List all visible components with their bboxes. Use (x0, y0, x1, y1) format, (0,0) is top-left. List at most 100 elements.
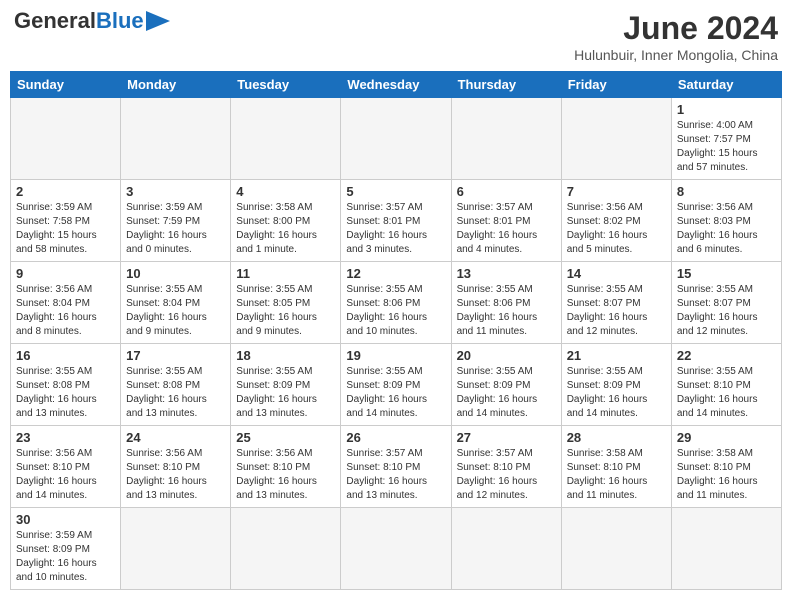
logo-icon (146, 11, 170, 31)
calendar-cell (561, 508, 671, 590)
calendar-cell (671, 508, 781, 590)
day-info: Sunrise: 3:56 AM Sunset: 8:10 PM Dayligh… (126, 447, 225, 503)
day-info: Sunrise: 3:57 AM Sunset: 8:01 PM Dayligh… (346, 201, 445, 257)
weekday-header-sunday: Sunday (11, 72, 121, 98)
day-info: Sunrise: 3:56 AM Sunset: 8:02 PM Dayligh… (567, 201, 666, 257)
calendar-cell: 18 Sunrise: 3:55 AM Sunset: 8:09 PM Dayli… (231, 344, 341, 426)
calendar-cell: 11 Sunrise: 3:55 AM Sunset: 8:05 PM Dayli… (231, 262, 341, 344)
weekday-header-wednesday: Wednesday (341, 72, 451, 98)
calendar-cell: 24Sunrise: 3:56 AM Sunset: 8:10 PM Dayli… (121, 426, 231, 508)
calendar-cell: 12 Sunrise: 3:55 AM Sunset: 8:06 PM Dayli… (341, 262, 451, 344)
day-info: Sunrise: 3:55 AM Sunset: 8:09 PM Dayligh… (346, 365, 445, 421)
day-number: 8 (677, 184, 776, 199)
header: GeneralBlue June 2024 Hulunbuir, Inner M… (10, 10, 782, 63)
day-number: 21 (567, 348, 666, 363)
day-info: Sunrise: 3:58 AM Sunset: 8:00 PM Dayligh… (236, 201, 335, 257)
day-number: 23 (16, 430, 115, 445)
calendar-cell: 15 Sunrise: 3:55 AM Sunset: 8:07 PM Dayli… (671, 262, 781, 344)
calendar-cell (561, 98, 671, 180)
day-info: Sunrise: 3:55 AM Sunset: 8:06 PM Dayligh… (457, 283, 556, 339)
day-info: Sunrise: 3:55 AM Sunset: 8:09 PM Dayligh… (457, 365, 556, 421)
calendar-cell: 1Sunrise: 4:00 AM Sunset: 7:57 PM Daylig… (671, 98, 781, 180)
calendar-cell: 19Sunrise: 3:55 AM Sunset: 8:09 PM Dayli… (341, 344, 451, 426)
day-number: 20 (457, 348, 556, 363)
weekday-header-monday: Monday (121, 72, 231, 98)
week-row-2: 2 Sunrise: 3:59 AM Sunset: 7:58 PM Daylig… (11, 180, 782, 262)
calendar-cell: 27 Sunrise: 3:57 AM Sunset: 8:10 PM Dayli… (451, 426, 561, 508)
day-number: 15 (677, 266, 776, 281)
day-info: Sunrise: 3:57 AM Sunset: 8:10 PM Dayligh… (457, 447, 556, 503)
day-number: 28 (567, 430, 666, 445)
day-info: Sunrise: 3:57 AM Sunset: 8:10 PM Dayligh… (346, 447, 445, 503)
day-info: Sunrise: 3:55 AM Sunset: 8:10 PM Dayligh… (677, 365, 776, 421)
day-number: 10 (126, 266, 225, 281)
day-number: 14 (567, 266, 666, 281)
calendar-cell (231, 508, 341, 590)
day-info: Sunrise: 3:56 AM Sunset: 8:10 PM Dayligh… (236, 447, 335, 503)
day-info: Sunrise: 3:59 AM Sunset: 8:09 PM Dayligh… (16, 529, 115, 585)
week-row-1: 1Sunrise: 4:00 AM Sunset: 7:57 PM Daylig… (11, 98, 782, 180)
weekday-header-saturday: Saturday (671, 72, 781, 98)
calendar-cell: 22 Sunrise: 3:55 AM Sunset: 8:10 PM Dayli… (671, 344, 781, 426)
week-row-6: 30Sunrise: 3:59 AM Sunset: 8:09 PM Dayli… (11, 508, 782, 590)
calendar-cell: 4 Sunrise: 3:58 AM Sunset: 8:00 PM Daylig… (231, 180, 341, 262)
day-number: 18 (236, 348, 335, 363)
day-info: Sunrise: 3:55 AM Sunset: 8:09 PM Dayligh… (236, 365, 335, 421)
calendar-cell (231, 98, 341, 180)
calendar-cell (11, 98, 121, 180)
calendar-cell: 5 Sunrise: 3:57 AM Sunset: 8:01 PM Daylig… (341, 180, 451, 262)
day-info: Sunrise: 3:55 AM Sunset: 8:04 PM Dayligh… (126, 283, 225, 339)
day-number: 12 (346, 266, 445, 281)
calendar-cell: 17 Sunrise: 3:55 AM Sunset: 8:08 PM Dayli… (121, 344, 231, 426)
calendar-cell: 21 Sunrise: 3:55 AM Sunset: 8:09 PM Dayli… (561, 344, 671, 426)
calendar-cell: 20 Sunrise: 3:55 AM Sunset: 8:09 PM Dayli… (451, 344, 561, 426)
day-number: 3 (126, 184, 225, 199)
day-info: Sunrise: 3:55 AM Sunset: 8:07 PM Dayligh… (567, 283, 666, 339)
calendar-cell: 7 Sunrise: 3:56 AM Sunset: 8:02 PM Daylig… (561, 180, 671, 262)
calendar-cell: 29Sunrise: 3:58 AM Sunset: 8:10 PM Dayli… (671, 426, 781, 508)
day-info: Sunrise: 3:57 AM Sunset: 8:01 PM Dayligh… (457, 201, 556, 257)
day-number: 22 (677, 348, 776, 363)
day-number: 25 (236, 430, 335, 445)
day-info: Sunrise: 3:59 AM Sunset: 7:59 PM Dayligh… (126, 201, 225, 257)
calendar-cell: 2 Sunrise: 3:59 AM Sunset: 7:58 PM Daylig… (11, 180, 121, 262)
calendar-cell: 6 Sunrise: 3:57 AM Sunset: 8:01 PM Daylig… (451, 180, 561, 262)
day-info: Sunrise: 3:58 AM Sunset: 8:10 PM Dayligh… (567, 447, 666, 503)
day-number: 4 (236, 184, 335, 199)
calendar-table: SundayMondayTuesdayWednesdayThursdayFrid… (10, 71, 782, 590)
day-info: Sunrise: 3:55 AM Sunset: 8:09 PM Dayligh… (567, 365, 666, 421)
day-info: Sunrise: 3:55 AM Sunset: 8:05 PM Dayligh… (236, 283, 335, 339)
calendar-cell: 23Sunrise: 3:56 AM Sunset: 8:10 PM Dayli… (11, 426, 121, 508)
day-number: 6 (457, 184, 556, 199)
day-number: 27 (457, 430, 556, 445)
calendar-cell: 28 Sunrise: 3:58 AM Sunset: 8:10 PM Dayli… (561, 426, 671, 508)
weekday-header-thursday: Thursday (451, 72, 561, 98)
day-number: 7 (567, 184, 666, 199)
calendar-title: June 2024 (574, 10, 778, 47)
day-info: Sunrise: 3:55 AM Sunset: 8:06 PM Dayligh… (346, 283, 445, 339)
calendar-cell: 10 Sunrise: 3:55 AM Sunset: 8:04 PM Dayli… (121, 262, 231, 344)
day-info: Sunrise: 3:55 AM Sunset: 8:07 PM Dayligh… (677, 283, 776, 339)
day-info: Sunrise: 3:56 AM Sunset: 8:03 PM Dayligh… (677, 201, 776, 257)
day-number: 5 (346, 184, 445, 199)
day-number: 11 (236, 266, 335, 281)
day-info: Sunrise: 3:56 AM Sunset: 8:04 PM Dayligh… (16, 283, 115, 339)
day-info: Sunrise: 3:55 AM Sunset: 8:08 PM Dayligh… (126, 365, 225, 421)
calendar-cell: 13 Sunrise: 3:55 AM Sunset: 8:06 PM Dayli… (451, 262, 561, 344)
weekday-header-row: SundayMondayTuesdayWednesdayThursdayFrid… (11, 72, 782, 98)
week-row-3: 9 Sunrise: 3:56 AM Sunset: 8:04 PM Daylig… (11, 262, 782, 344)
day-number: 9 (16, 266, 115, 281)
calendar-cell: 3 Sunrise: 3:59 AM Sunset: 7:59 PM Daylig… (121, 180, 231, 262)
day-number: 17 (126, 348, 225, 363)
calendar-cell: 14 Sunrise: 3:55 AM Sunset: 8:07 PM Dayli… (561, 262, 671, 344)
day-number: 2 (16, 184, 115, 199)
day-number: 1 (677, 102, 776, 117)
weekday-header-tuesday: Tuesday (231, 72, 341, 98)
logo-text: GeneralBlue (14, 10, 144, 32)
day-info: Sunrise: 3:59 AM Sunset: 7:58 PM Dayligh… (16, 201, 115, 257)
week-row-4: 16Sunrise: 3:55 AM Sunset: 8:08 PM Dayli… (11, 344, 782, 426)
calendar-cell: 8 Sunrise: 3:56 AM Sunset: 8:03 PM Daylig… (671, 180, 781, 262)
calendar-cell: 25 Sunrise: 3:56 AM Sunset: 8:10 PM Dayli… (231, 426, 341, 508)
calendar-cell: 26Sunrise: 3:57 AM Sunset: 8:10 PM Dayli… (341, 426, 451, 508)
day-number: 13 (457, 266, 556, 281)
